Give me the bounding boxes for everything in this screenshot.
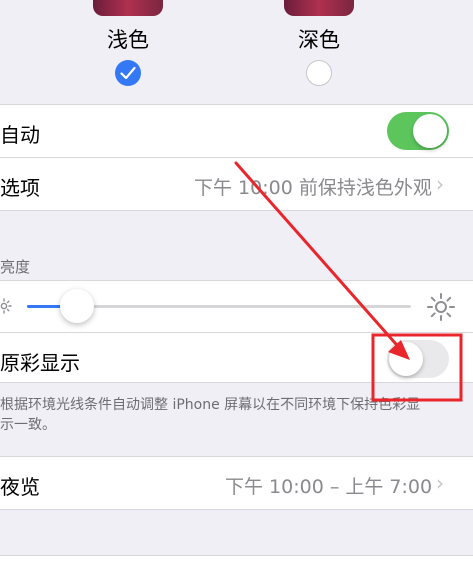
annotation-box bbox=[371, 333, 463, 402]
annotation-arrow bbox=[234, 161, 405, 354]
annotation-overlay bbox=[234, 161, 463, 402]
